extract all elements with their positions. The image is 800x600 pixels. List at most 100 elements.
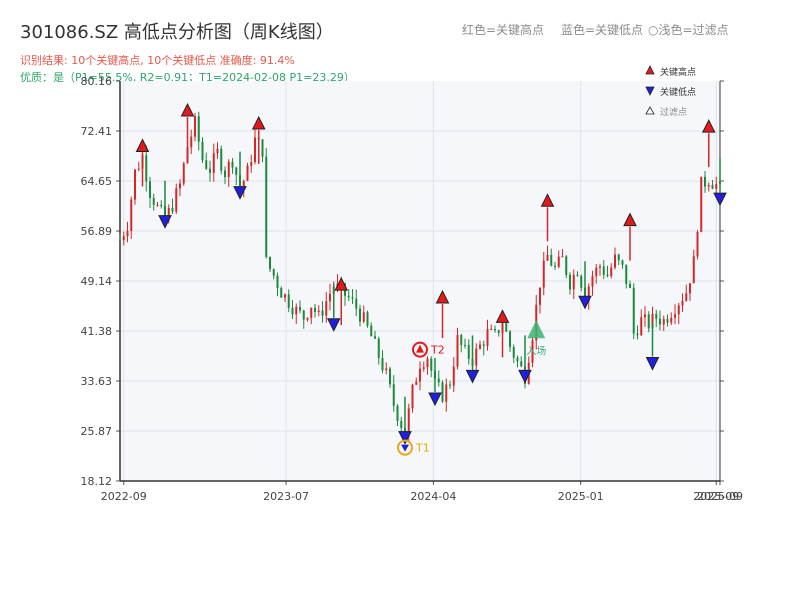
candle-body [317, 310, 320, 312]
candle-body [554, 265, 556, 267]
candle-body [126, 230, 129, 237]
candle-body [441, 382, 444, 402]
y-tick-label: 33.63 [81, 375, 113, 388]
candle-body [539, 287, 541, 305]
candle-body [362, 312, 365, 322]
candle-body [347, 295, 350, 298]
candle-body [411, 384, 414, 409]
candle-body [392, 384, 395, 406]
candle-body [505, 323, 508, 332]
candle-body [659, 318, 661, 325]
candle-body [707, 185, 710, 187]
candle-body [377, 338, 380, 358]
candle-body [179, 183, 181, 189]
candle-body [212, 153, 215, 173]
candle-body [156, 204, 159, 206]
candle-body [415, 381, 418, 385]
kline-chart: 80.16 72.41 64.65 56.89 49.14 41.38 33.63 25.87… [81, 65, 743, 503]
candle-body [644, 314, 646, 318]
candle-body [175, 188, 178, 212]
candle-body [160, 204, 163, 207]
candle-body [475, 348, 478, 366]
candle-body [152, 197, 155, 205]
candle-body [246, 165, 249, 181]
candle-body [396, 405, 399, 422]
candle-body [614, 254, 616, 268]
candle-body [490, 328, 493, 330]
legend-high-icon [645, 65, 655, 75]
candle-body [209, 168, 211, 173]
candle-body [284, 294, 286, 298]
legend-high-label: 关键高点 [660, 66, 696, 78]
candle-body [295, 306, 298, 315]
candle-body [370, 325, 373, 337]
candle-body [430, 358, 433, 371]
candle-body [617, 254, 620, 261]
x-tick-label: 2023-07 [263, 490, 309, 503]
candle-body [629, 283, 631, 288]
candle-body [134, 169, 136, 200]
candle-body [467, 345, 470, 359]
candle-body [272, 269, 275, 276]
candle-body [182, 163, 185, 184]
candle-body [325, 301, 328, 316]
candle-body [205, 160, 208, 169]
candle-body [565, 256, 568, 275]
candle-body [437, 378, 440, 383]
y-tick-label: 80.16 [81, 75, 113, 88]
candle-body [269, 257, 271, 270]
candle-body [486, 329, 489, 346]
candle-body [261, 139, 264, 157]
candle-body [254, 137, 256, 162]
candle-body [569, 274, 571, 290]
candle-body [321, 310, 324, 316]
candle-body [595, 267, 598, 277]
candle-body [497, 330, 500, 333]
candle-body [381, 357, 384, 371]
candle-body [145, 155, 148, 182]
y-tick-label: 72.41 [81, 125, 113, 138]
candle-body [550, 254, 553, 266]
candle-body [479, 344, 481, 349]
candle-body [715, 184, 718, 189]
candle-body [216, 148, 219, 154]
candle-body [287, 294, 290, 308]
candle-body [194, 116, 196, 137]
candle-body [696, 231, 699, 257]
candle-body [280, 288, 283, 298]
x-tick-label: 2022-09 [101, 490, 147, 503]
candle-body [422, 367, 425, 369]
candle-body [452, 366, 455, 386]
y-tick-label: 49.14 [81, 275, 113, 288]
candle-body [647, 314, 650, 329]
candle-body [602, 266, 605, 275]
candle-body [400, 421, 403, 428]
candle-body [130, 199, 133, 231]
candle-body [636, 333, 639, 336]
candle-body [591, 276, 594, 287]
candle-body [557, 256, 560, 267]
candle-body [711, 185, 714, 189]
candle-body [276, 275, 279, 289]
x-tick-label: 2024-04 [410, 490, 456, 503]
candle-body [674, 314, 676, 318]
t1-label: T1 [415, 442, 430, 455]
candle-body [692, 256, 695, 284]
candle-body [482, 344, 485, 346]
candle-body [426, 358, 429, 368]
candle-body [655, 313, 658, 319]
candle-body [610, 267, 613, 277]
candle-body [329, 293, 331, 302]
candle-body [374, 336, 376, 339]
entry-label: 入场 [526, 344, 546, 357]
candle-body [561, 256, 564, 258]
candle-body [640, 317, 643, 336]
candle-body [689, 283, 691, 294]
candle-body [580, 275, 583, 288]
candle-body [231, 161, 234, 168]
candle-body [235, 167, 238, 175]
candle-body [190, 136, 193, 148]
candle-body [520, 361, 523, 367]
candle-body [201, 141, 204, 161]
candle-body [314, 307, 316, 312]
